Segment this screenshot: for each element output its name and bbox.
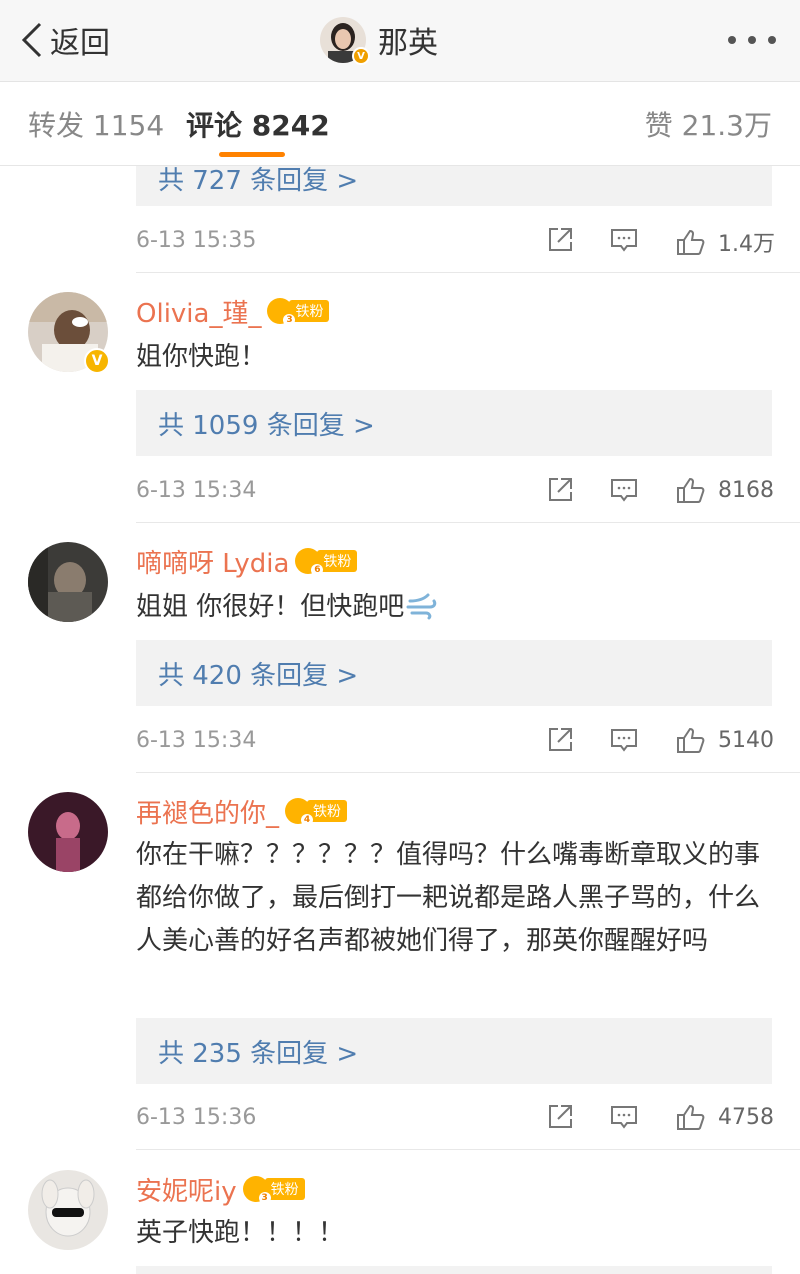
like-button[interactable]: 5140 — [676, 726, 774, 754]
comment-icon[interactable] — [610, 476, 638, 504]
verified-badge-icon: V — [84, 348, 110, 374]
username-text: 嘀嘀呀 Lydia — [136, 548, 290, 579]
tab-comments[interactable]: 评论 8242 — [186, 104, 330, 144]
comment-text: 姐姐 你很好！但快跑吧 — [136, 592, 405, 622]
fan-label: 铁粉 — [289, 300, 330, 322]
replies-link[interactable]: 共 235 条回复 > — [136, 1018, 772, 1084]
fan-level: 3 — [258, 1192, 271, 1204]
divider — [136, 522, 800, 523]
top-navigation-bar: 返回 V 那英 — [0, 0, 800, 82]
crown-icon: 3 — [267, 298, 296, 326]
comment-meta: 6-13 15:34 8168 — [136, 470, 774, 510]
comment-icon[interactable] — [610, 226, 638, 254]
fan-badge: 3 铁粉 — [242, 1176, 305, 1204]
user-avatar[interactable] — [28, 542, 108, 622]
tab-repost[interactable]: 转发 1154 — [28, 104, 164, 144]
comment-username[interactable]: 再褪色的你_ 4 铁粉 — [136, 794, 348, 829]
dash-wind-emoji-icon — [406, 591, 438, 621]
replies-link[interactable]: 共 1059 条回复 > — [136, 390, 772, 456]
replies-count: 共 235 条回复 > — [158, 1038, 359, 1069]
comment-text: 英子快跑！！！！ — [136, 1218, 345, 1248]
comment-meta: 6-13 15:36 4758 — [136, 1097, 774, 1137]
share-icon[interactable] — [546, 226, 574, 254]
verified-badge-icon: V — [352, 47, 370, 65]
comment-icon[interactable] — [610, 726, 638, 754]
comment-icon[interactable] — [610, 1103, 638, 1131]
post-author[interactable]: V 那英 — [320, 16, 438, 65]
crown-icon: 6 — [295, 548, 324, 576]
divider — [136, 1149, 800, 1150]
fan-badge: 6 铁粉 — [295, 548, 358, 576]
more-dots-icon[interactable] — [728, 28, 776, 52]
author-avatar[interactable]: V — [320, 17, 370, 65]
crown-icon: 3 — [242, 1176, 271, 1204]
comment-username[interactable]: 嘀嘀呀 Lydia 6 铁粉 — [136, 544, 358, 579]
username-text: 再褪色的你_ — [136, 798, 280, 829]
like-count: 5140 — [718, 727, 774, 753]
fan-label: 铁粉 — [317, 550, 358, 572]
author-name: 那英 — [378, 26, 438, 61]
post-tabs: 转发 1154 评论 8242 赞 21.3万 — [0, 82, 800, 166]
username-text: Olivia_瑾_ — [136, 298, 262, 329]
replies-count: 共 1059 条回复 > — [158, 410, 375, 441]
comment-meta: 6-13 15:35 1.4万 — [136, 220, 775, 260]
comment-text: 姐你快跑！ — [136, 342, 267, 372]
replies-count: 共 727 条回复 > — [158, 166, 359, 196]
comment-username[interactable]: Olivia_瑾_ 3 铁粉 — [136, 294, 330, 329]
fan-label: 铁粉 — [264, 1178, 305, 1200]
thumbs-up-icon — [677, 477, 705, 503]
thumbs-up-icon — [677, 1104, 705, 1130]
fan-badge: 4 铁粉 — [285, 798, 348, 826]
fan-level: 6 — [311, 564, 324, 576]
like-button[interactable]: 8168 — [676, 476, 774, 504]
share-icon[interactable] — [546, 476, 574, 504]
replies-link[interactable]: 共 420 条回复 > — [136, 640, 772, 706]
share-icon[interactable] — [546, 726, 574, 754]
replies-link-partial[interactable] — [136, 1266, 772, 1274]
user-avatar[interactable] — [28, 792, 108, 872]
divider — [136, 772, 800, 773]
comment-meta: 6-13 15:34 5140 — [136, 720, 774, 760]
fan-label: 铁粉 — [307, 800, 348, 822]
back-label: 返回 — [50, 26, 110, 61]
user-avatar[interactable] — [28, 1170, 108, 1250]
thumbs-up-icon — [677, 727, 705, 753]
user-avatar[interactable]: V — [28, 292, 110, 374]
username-text: 安妮呢iy — [136, 1176, 237, 1207]
replies-count: 共 420 条回复 > — [158, 660, 359, 691]
comment-username[interactable]: 安妮呢iy 3 铁粉 — [136, 1172, 305, 1207]
thumbs-up-icon — [677, 229, 705, 255]
fan-level: 4 — [301, 814, 314, 826]
active-tab-indicator — [219, 152, 285, 157]
crown-icon: 4 — [285, 798, 314, 826]
comment-text: 你在干嘛？？？？？？值得吗？什么嘴毒断章取义的事都给你做了，最后倒打一耙说都是路… — [136, 840, 761, 956]
comment-text-row: 姐姐 你很好！但快跑吧 — [136, 586, 772, 629]
like-button[interactable]: 4758 — [676, 1103, 774, 1131]
like-button[interactable]: 1.4万 — [676, 226, 775, 258]
divider — [136, 272, 800, 273]
chevron-left-icon — [21, 22, 42, 58]
like-count: 4758 — [718, 1104, 774, 1130]
like-count: 1.4万 — [718, 232, 775, 257]
fan-badge: 3 铁粉 — [267, 298, 330, 326]
replies-link[interactable]: 共 727 条回复 > — [136, 166, 772, 206]
back-button[interactable]: 返回 — [20, 18, 110, 62]
comment-feed[interactable]: 共 727 条回复 > 6-13 15:35 1.4万 V Olivia_瑾_ … — [0, 166, 800, 1274]
tab-likes[interactable]: 赞 21.3万 — [645, 104, 772, 144]
fan-level: 3 — [283, 314, 296, 326]
share-icon[interactable] — [546, 1103, 574, 1131]
like-count: 8168 — [718, 477, 774, 503]
